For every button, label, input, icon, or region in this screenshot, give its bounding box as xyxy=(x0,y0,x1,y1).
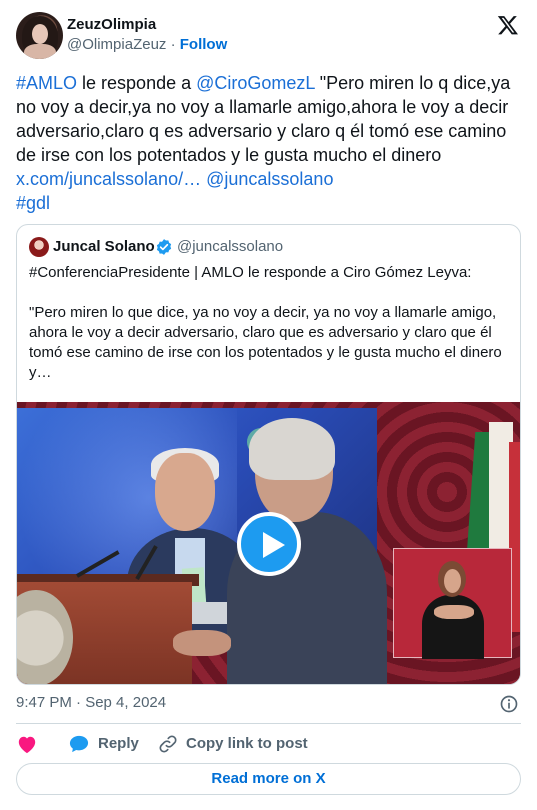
post-text-segment: le responde a xyxy=(77,73,197,93)
handle-separator: · xyxy=(170,36,176,53)
quoted-text-line: "Pero miren lo que dice, ya no voy a dec… xyxy=(29,304,502,381)
copy-link-button[interactable]: Copy link to post xyxy=(158,732,328,756)
heart-icon xyxy=(18,736,36,754)
hashtag-amlo[interactable]: #AMLO xyxy=(16,73,77,93)
quoted-text-line: #ConferenciaPresidente | AMLO le respond… xyxy=(29,264,472,281)
quoted-post-link[interactable]: x.com/juncalssolano/… xyxy=(16,169,201,189)
link-icon xyxy=(159,735,177,753)
play-icon xyxy=(263,532,285,558)
mention-juncalssolano[interactable]: @juncalssolano xyxy=(206,169,333,189)
author-handle-row: @OlimpiaZeuz · Follow xyxy=(67,36,227,53)
hashtag-gdl[interactable]: #gdl xyxy=(16,193,50,213)
divider xyxy=(16,723,521,724)
info-icon[interactable] xyxy=(499,694,519,714)
quoted-post-text: #ConferenciaPresidente | AMLO le respond… xyxy=(29,263,507,383)
follow-link[interactable]: Follow xyxy=(180,36,228,53)
like-button[interactable] xyxy=(16,732,40,756)
author-avatar[interactable] xyxy=(16,12,63,59)
read-more-button[interactable]: Read more on X xyxy=(16,763,521,795)
quoted-author-avatar xyxy=(29,237,49,257)
verified-badge-icon xyxy=(156,239,172,255)
quoted-author-handle: @juncalssolano xyxy=(177,238,284,255)
video-thumbnail[interactable] xyxy=(17,402,520,684)
quoted-post[interactable]: Juncal Solano @juncalssolano #Conferenci… xyxy=(16,224,521,685)
x-logo-icon[interactable] xyxy=(497,14,519,36)
author-name[interactable]: ZeuzOlimpia xyxy=(67,16,156,33)
reply-label: Reply xyxy=(98,735,139,752)
post-text: #AMLO le responde a @CiroGomezL "Pero mi… xyxy=(16,71,521,215)
reply-button[interactable]: Reply xyxy=(68,732,158,756)
post-actions: Reply Copy link to post xyxy=(16,732,521,756)
quoted-author-name: Juncal Solano xyxy=(53,238,155,255)
embedded-post-card: ZeuzOlimpia @OlimpiaZeuz · Follow #AMLO … xyxy=(0,0,537,810)
speech-bubble-icon xyxy=(69,735,89,753)
sign-language-interpreter-inset xyxy=(393,548,512,659)
copy-link-label: Copy link to post xyxy=(186,735,308,752)
mention-cirogomezl[interactable]: @CiroGomezL xyxy=(196,73,315,93)
play-button[interactable] xyxy=(237,512,301,576)
post-header: ZeuzOlimpia @OlimpiaZeuz · Follow xyxy=(16,12,521,60)
post-timestamp[interactable]: 9:47 PM · Sep 4, 2024 xyxy=(16,694,166,711)
author-handle[interactable]: @OlimpiaZeuz xyxy=(67,36,166,53)
